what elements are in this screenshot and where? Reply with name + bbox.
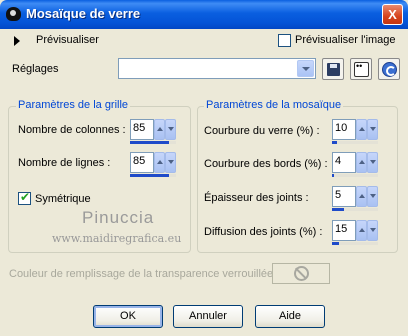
spin-down-icon[interactable]: [367, 152, 378, 173]
no-symbol-icon: [294, 266, 309, 281]
reset-icon: [382, 62, 397, 77]
columns-spinner[interactable]: [154, 119, 176, 140]
help-button[interactable]: Aide: [255, 305, 325, 328]
edge-curvature-spinner[interactable]: [356, 152, 378, 173]
spin-up-icon[interactable]: [356, 186, 367, 207]
close-icon: X: [388, 7, 397, 22]
glass-curvature-label: Courbure du verre (%) :: [204, 125, 320, 137]
spin-up-icon[interactable]: [154, 152, 165, 173]
symmetric-label[interactable]: Symétrique: [35, 193, 91, 205]
title-bar: Mosaïque de verre X: [0, 0, 408, 29]
settings-select[interactable]: [118, 58, 316, 79]
rows-label: Nombre de lignes :: [18, 157, 111, 169]
cancel-button[interactable]: Annuler: [173, 305, 243, 328]
spin-down-icon[interactable]: [165, 152, 176, 173]
columns-level: [130, 141, 176, 144]
glass-curvature-input[interactable]: 10: [332, 119, 356, 140]
preview-image-label[interactable]: Prévisualiser l'image: [295, 34, 396, 46]
joint-diffusion-spinner[interactable]: [356, 220, 378, 241]
reset-button[interactable]: [378, 58, 400, 80]
columns-input[interactable]: 85: [130, 119, 154, 140]
spin-up-icon[interactable]: [356, 119, 367, 140]
preview-label[interactable]: Prévisualiser: [36, 34, 99, 46]
rows-level: [130, 174, 176, 177]
edge-curvature-input[interactable]: 4: [332, 152, 356, 173]
mosaic-group-title: Paramètres de la mosaïque: [204, 99, 344, 111]
transparency-fill-label: Couleur de remplissage de la transparenc…: [9, 268, 280, 280]
app-icon: [6, 7, 21, 21]
watermark-site: www.maidiregrafica.eu: [52, 232, 182, 245]
ok-button[interactable]: OK: [93, 305, 163, 328]
rows-spinner[interactable]: [154, 152, 176, 173]
spin-down-icon[interactable]: [367, 220, 378, 241]
glass-curvature-spinner[interactable]: [356, 119, 378, 140]
edge-curvature-level-fill: [332, 174, 334, 177]
close-button[interactable]: X: [382, 4, 403, 25]
spin-down-icon[interactable]: [367, 186, 378, 207]
preview-image-checkbox[interactable]: [278, 34, 291, 47]
chevron-down-icon[interactable]: [297, 60, 314, 77]
joint-thickness-level-fill: [332, 208, 344, 211]
settings-label: Réglages: [12, 63, 59, 75]
spin-down-icon[interactable]: [165, 119, 176, 140]
edge-curvature-label: Courbure des bords (%) :: [204, 158, 328, 170]
columns-label: Nombre de colonnes :: [18, 124, 126, 136]
joint-diffusion-label: Diffusion des joints (%) :: [204, 226, 323, 238]
glass-curvature-level-fill: [332, 141, 337, 144]
rows-level-fill: [130, 174, 170, 177]
transparency-color-well: [272, 263, 330, 284]
joint-thickness-spinner[interactable]: [356, 186, 378, 207]
randomize-button[interactable]: [350, 58, 372, 80]
expand-arrow-icon[interactable]: [14, 36, 20, 46]
symmetric-checkbox[interactable]: [18, 190, 31, 205]
joint-diffusion-input[interactable]: 15: [332, 220, 356, 241]
joint-diffusion-level: [332, 242, 378, 245]
spin-up-icon[interactable]: [356, 220, 367, 241]
joint-thickness-label: Épaisseur des joints :: [204, 192, 309, 204]
spin-up-icon[interactable]: [356, 152, 367, 173]
window-title: Mosaïque de verre: [26, 6, 141, 21]
rows-input[interactable]: 85: [130, 152, 154, 173]
watermark-name: Pinuccia: [82, 208, 155, 227]
random-icon: [354, 62, 369, 77]
spin-down-icon[interactable]: [367, 119, 378, 140]
joint-thickness-level: [332, 208, 378, 211]
spin-up-icon[interactable]: [154, 119, 165, 140]
joint-thickness-input[interactable]: 5: [332, 186, 356, 207]
columns-level-fill: [130, 141, 170, 144]
grid-group-title: Paramètres de la grille: [16, 99, 131, 111]
glass-curvature-level: [332, 141, 378, 144]
save-preset-button[interactable]: [322, 58, 344, 80]
save-icon: [327, 63, 340, 76]
joint-diffusion-level-fill: [332, 242, 339, 245]
edge-curvature-level: [332, 174, 378, 177]
